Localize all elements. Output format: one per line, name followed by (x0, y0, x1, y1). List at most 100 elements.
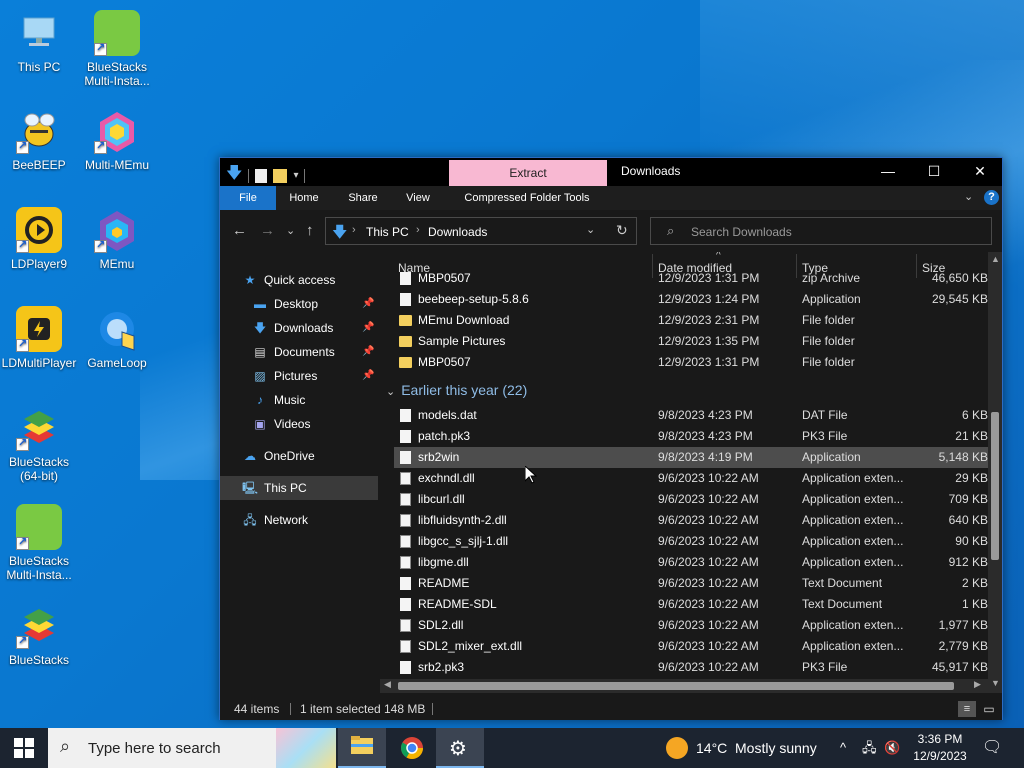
desktop-icon-ldmultiplayer[interactable]: LDMultiPlayer (0, 306, 78, 370)
pin-icon[interactable]: 📌 (362, 316, 374, 340)
file-row[interactable]: beebeep-setup-5.8.6 12/9/2023 1:24 PM Appl… (394, 289, 988, 310)
minimize-button[interactable]: — (865, 158, 911, 186)
nav-item-downloads[interactable]: 🡇 Downloads 📌 (252, 316, 378, 340)
desktop-icon-bluestacks-multi-2[interactable]: BlueStacks Multi-Insta... (0, 504, 78, 582)
file-row[interactable]: README-SDL 9/6/2023 10:22 AM Text Document… (394, 594, 988, 615)
taskbar-search-box[interactable]: ⌕ Type here to search (48, 728, 336, 768)
large-icons-view-icon[interactable]: ▭ (980, 701, 998, 717)
nav-item-music[interactable]: ♪ Music (252, 388, 305, 412)
properties-icon[interactable] (255, 168, 268, 183)
file-row[interactable]: Sample Pictures 12/9/2023 1:35 PM File fol… (394, 331, 988, 352)
scroll-up-arrow-icon[interactable]: ▲ (991, 254, 1000, 264)
file-size: 90 KB (955, 534, 988, 548)
nav-network[interactable]: 🖧 Network (242, 508, 308, 532)
file-row[interactable]: models.dat 9/8/2023 4:23 PM DAT File 6 KB (394, 405, 988, 426)
close-button[interactable]: ✕ (957, 158, 1003, 186)
file-row[interactable]: SDL2_mixer_ext.dll 9/6/2023 10:22 AM Appli… (394, 636, 988, 657)
desktop-icon-bluestacks[interactable]: BlueStacks (0, 603, 78, 667)
file-row[interactable]: MBP0507 12/9/2023 1:31 PM File folder (394, 352, 988, 373)
file-row[interactable]: patch.pk3 9/8/2023 4:23 PM PK3 File 21 KB (394, 426, 988, 447)
back-arrow-icon[interactable]: ← (232, 222, 247, 239)
new-folder-icon[interactable] (273, 168, 288, 183)
title-bar[interactable]: 🡇 ▾ Extract Downloads — ☐ ✕ (220, 158, 1002, 186)
nav-item-videos[interactable]: ▣ Videos (252, 412, 310, 436)
customize-qat-chevron-icon[interactable]: ▾ (293, 170, 298, 181)
pin-icon[interactable]: 📌 (362, 292, 374, 316)
tab-compressed-folder-tools[interactable]: Compressed Folder Tools (452, 186, 602, 210)
nav-onedrive[interactable]: ☁ OneDrive (242, 444, 315, 468)
tab-home[interactable]: Home (282, 186, 326, 210)
zip-file-icon (400, 272, 411, 285)
file-row[interactable]: exchndl.dll 9/6/2023 10:22 AM Application … (394, 468, 988, 489)
help-icon[interactable]: ? (984, 190, 999, 205)
search-input[interactable]: ⌕ Search Downloads (650, 217, 992, 245)
maximize-button[interactable]: ☐ (911, 158, 957, 186)
taskbar-settings[interactable]: ⚙ (436, 728, 484, 768)
file-row[interactable]: libfluidsynth-2.dll 9/6/2023 10:22 AM Appl… (394, 510, 988, 531)
file-row[interactable]: README 9/6/2023 10:22 AM Text Document 2 KB (394, 573, 988, 594)
documents-icon: ▤ (254, 345, 266, 359)
show-hidden-icons-chevron-icon[interactable]: ^ (840, 728, 846, 768)
taskbar-file-explorer[interactable] (338, 728, 386, 768)
notifications-icon[interactable]: 🗨 (982, 728, 1002, 768)
nav-item-desktop[interactable]: ▬ Desktop 📌 (252, 292, 378, 316)
file-row[interactable]: srb2win 9/8/2023 4:19 PM Application 5,148 … (394, 447, 988, 468)
file-row[interactable]: MBP0507 12/9/2023 1:31 PM zip Archive 46,65… (394, 268, 988, 289)
network-icon[interactable]: 🖧 (862, 728, 877, 768)
desktop-icon-memu[interactable]: MEmu (78, 207, 156, 271)
group-header[interactable]: ⌄ Earlier this year (22) (386, 382, 527, 398)
file-type: Application exten... (802, 492, 904, 506)
desktop-icon-this-pc[interactable]: This PC (0, 10, 78, 74)
pin-icon[interactable]: 📌 (362, 364, 374, 388)
desktop-icon-bluestacks-64[interactable]: BlueStacks (64-bit) (0, 405, 78, 483)
address-dropdown-chevron-icon[interactable]: ⌄ (586, 223, 595, 236)
nav-this-pc[interactable]: 🖳 This PC (220, 476, 378, 500)
file-row[interactable]: libcurl.dll 9/6/2023 10:22 AM Application … (394, 489, 988, 510)
pin-icon[interactable]: 📌 (362, 340, 374, 364)
forward-arrow-icon[interactable]: → (260, 222, 275, 239)
details-view-icon[interactable]: ≡ (958, 701, 976, 717)
vertical-scroll-thumb[interactable] (991, 412, 999, 560)
desktop-icon-multi-memu[interactable]: Multi-MEmu (78, 108, 156, 172)
nav-item-documents[interactable]: ▤ Documents 📌 (252, 340, 378, 364)
tab-file[interactable]: File (220, 186, 276, 210)
windows-start-icon[interactable] (14, 738, 34, 761)
weather-sun-icon[interactable] (666, 737, 688, 759)
refresh-icon[interactable]: ↻ (616, 222, 628, 239)
breadcrumb-downloads[interactable]: Downloads (428, 225, 487, 239)
expand-ribbon-chevron-icon[interactable]: ⌄ (964, 190, 973, 203)
tab-share[interactable]: Share (340, 186, 386, 210)
file-type: Text Document (802, 597, 883, 611)
nav-label: This PC (264, 481, 307, 495)
desktop-icon-bluestacks-multi-1[interactable]: BlueStacks Multi-Insta... (78, 10, 156, 88)
star-icon: ★ (244, 273, 256, 287)
scroll-left-arrow-icon[interactable]: ◀ (384, 679, 391, 690)
volume-muted-icon[interactable]: 🔇 (884, 728, 900, 768)
nav-quick-access[interactable]: ★ Quick access (242, 268, 336, 292)
file-row[interactable]: MEmu Download 12/9/2023 2:31 PM File folde… (394, 310, 988, 331)
weather-condition[interactable]: Mostly sunny (735, 728, 817, 768)
file-date: 12/9/2023 1:24 PM (658, 292, 760, 306)
scroll-down-arrow-icon[interactable]: ▼ (991, 678, 1000, 688)
desktop-icon-beebeep[interactable]: BeeBEEP (0, 108, 78, 172)
up-arrow-icon[interactable]: ↑ (306, 222, 314, 239)
nav-item-pictures[interactable]: ▨ Pictures 📌 (252, 364, 378, 388)
horizontal-scroll-thumb[interactable] (398, 682, 954, 690)
file-row[interactable]: libgme.dll 9/6/2023 10:22 AM Application e… (394, 552, 988, 573)
taskbar-chrome[interactable] (388, 728, 436, 768)
desktop-icon-ldplayer9[interactable]: LDPlayer9 (0, 207, 78, 271)
tab-view[interactable]: View (396, 186, 440, 210)
address-bar[interactable]: 🡇 › This PC › Downloads ⌄ ↻ (325, 217, 637, 245)
recent-locations-chevron-icon[interactable]: ⌄ (286, 224, 295, 237)
vertical-scrollbar[interactable]: ▲ ▼ (988, 252, 1002, 693)
file-row[interactable]: libgcc_s_sjlj-1.dll 9/6/2023 10:22 AM Appl… (394, 531, 988, 552)
breadcrumb-this-pc[interactable]: This PC (366, 225, 409, 239)
extract-context-tab[interactable]: Extract (449, 160, 607, 186)
taskbar-clock[interactable]: 3:36 PM 12/9/2023 (902, 731, 978, 765)
file-row[interactable]: SDL2.dll 9/6/2023 10:22 AM Application ext… (394, 615, 988, 636)
file-row[interactable]: srb2.pk3 9/6/2023 10:22 AM PK3 File 45,917 … (394, 657, 988, 678)
desktop-icon-gameloop[interactable]: GameLoop (78, 306, 156, 370)
weather-temperature[interactable]: 14°C (696, 728, 727, 768)
scroll-right-arrow-icon[interactable]: ▶ (974, 679, 981, 690)
horizontal-scrollbar[interactable]: ◀ ▶ (380, 679, 988, 693)
